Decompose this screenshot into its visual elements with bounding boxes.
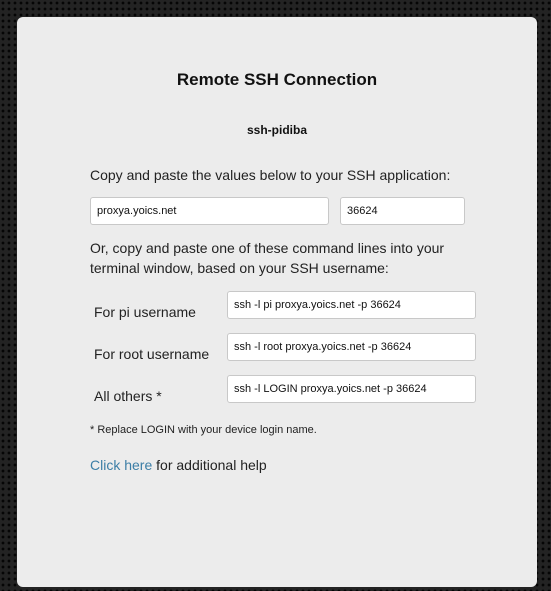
others-command-field[interactable]: [227, 375, 476, 403]
help-link[interactable]: Click here: [90, 457, 152, 473]
help-suffix: for additional help: [152, 457, 267, 473]
pi-username-label: For pi username: [94, 304, 196, 320]
login-footnote: * Replace LOGIN with your device login n…: [90, 424, 317, 436]
pi-command-field[interactable]: [227, 291, 476, 319]
command-intro-text: Or, copy and paste one of these command …: [90, 240, 445, 276]
root-username-label: For root username: [94, 346, 210, 362]
device-name: ssh-pidiba: [246, 123, 307, 137]
others-username-label: All others *: [94, 388, 162, 404]
connection-panel: Remote SSH Connection ssh-pidiba Copy an…: [17, 17, 537, 587]
port-field[interactable]: [340, 197, 465, 225]
intro-text: Copy and paste the values below to your …: [90, 167, 451, 183]
help-text: Click here for additional help: [90, 457, 267, 473]
root-command-field[interactable]: [227, 333, 476, 361]
page-title: Remote SSH Connection: [176, 70, 378, 89]
host-field[interactable]: [90, 197, 329, 225]
